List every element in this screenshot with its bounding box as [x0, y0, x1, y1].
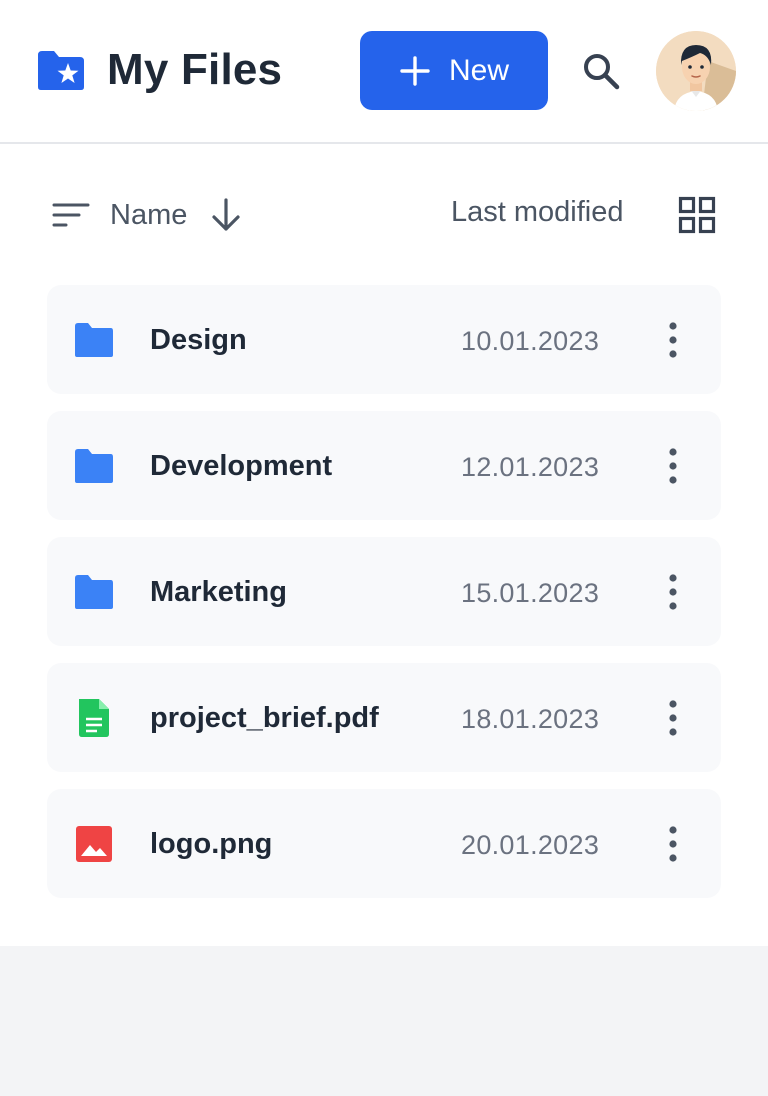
file-name: Development	[150, 450, 333, 482]
file-name: Design	[150, 324, 247, 356]
file-date: 15.01.2023	[461, 578, 600, 608]
folder-icon	[75, 449, 113, 483]
file-name: logo.png	[150, 828, 273, 860]
search-icon[interactable]	[580, 50, 622, 92]
folder-icon	[75, 575, 113, 609]
file-row[interactable]: Marketing 15.01.2023	[47, 537, 721, 646]
page-title: My Files	[107, 45, 283, 94]
new-button-label: New	[448, 53, 509, 87]
new-button[interactable]: New	[360, 31, 548, 110]
more-options-icon[interactable]	[659, 573, 687, 611]
document-icon	[79, 699, 109, 737]
avatar[interactable]	[656, 31, 736, 111]
file-name: project_brief.pdf	[150, 702, 379, 734]
file-date: 10.01.2023	[461, 326, 600, 356]
file-row[interactable]: Development 12.01.2023	[47, 411, 721, 520]
grid-view-icon[interactable]	[678, 196, 716, 234]
user-avatar-icon	[656, 31, 736, 111]
header-bar: My Files New	[0, 0, 768, 144]
more-options-icon[interactable]	[659, 825, 687, 863]
file-row[interactable]: logo.png 20.01.2023	[47, 789, 721, 898]
folder-icon	[75, 323, 113, 357]
sort-by-name-button[interactable]: Name	[52, 190, 243, 240]
file-row[interactable]: project_brief.pdf 18.01.2023	[47, 663, 721, 772]
file-list: Design 10.01.2023 Development 12.01.2023…	[47, 285, 721, 915]
folder-star-icon	[38, 51, 84, 90]
app-window: My Files New Name Last modified Design 1…	[0, 0, 768, 946]
file-date: 12.01.2023	[461, 452, 600, 482]
sort-by-modified-button[interactable]: Last modified	[451, 196, 624, 229]
file-row[interactable]: Design 10.01.2023	[47, 285, 721, 394]
sort-icon	[52, 203, 90, 227]
file-name: Marketing	[150, 576, 287, 608]
plus-icon	[400, 55, 430, 86]
more-options-icon[interactable]	[659, 321, 687, 359]
more-options-icon[interactable]	[659, 699, 687, 737]
sort-label: Name	[110, 198, 188, 231]
arrow-down-icon	[212, 198, 240, 231]
file-date: 18.01.2023	[461, 704, 600, 734]
more-options-icon[interactable]	[659, 447, 687, 485]
image-icon	[76, 826, 112, 862]
file-date: 20.01.2023	[461, 830, 600, 860]
